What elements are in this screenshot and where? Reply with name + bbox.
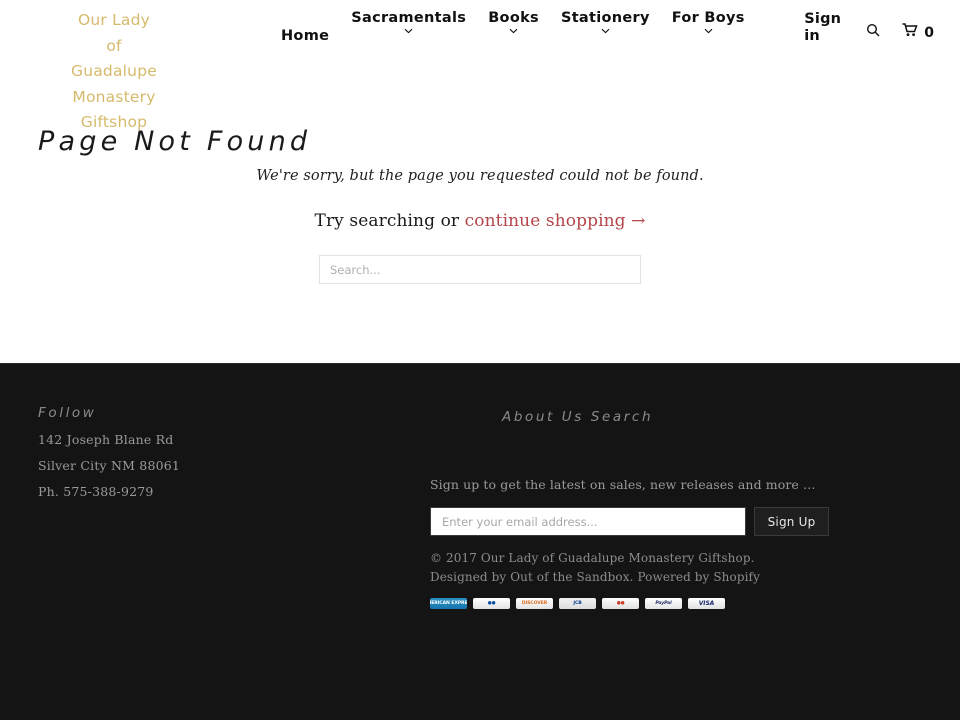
mastercard-icon: ●● — [602, 598, 639, 609]
american-express-icon: AMERICAN EXPRESS — [430, 598, 467, 609]
nav-item-home[interactable]: Home — [270, 10, 340, 44]
chevron-down-icon — [509, 28, 518, 34]
try-searching-line: Try searching or continue shopping → — [0, 211, 960, 231]
newsletter-signup: Sign up to get the latest on sales, new … — [430, 477, 830, 536]
site-logo[interactable]: Our Lady of Guadalupe Monastery Giftshop — [68, 8, 160, 136]
copyright-line-2: Designed by Out of the Sandbox. Powered … — [430, 568, 760, 587]
paypal-icon: PayPal — [645, 598, 682, 609]
cart-item-count: 0 — [924, 25, 934, 41]
nav-label: Stationery — [561, 10, 650, 26]
sign-up-button[interactable]: Sign Up — [754, 507, 829, 536]
search-icon — [866, 23, 880, 42]
powered-by-text: . Powered by — [630, 570, 714, 584]
cart-button[interactable]: 0 — [902, 23, 934, 42]
diners-club-icon: ●● — [473, 598, 510, 609]
newsletter-form: Sign Up — [430, 507, 830, 536]
nav-item-books[interactable]: Books — [477, 10, 550, 34]
search-form — [0, 255, 960, 284]
footer-link-about-us[interactable]: About Us — [502, 405, 584, 430]
address-line: Ph. 575-388-9279 — [38, 484, 398, 499]
site-footer: Follow 142 Joseph Blane Rd Silver City N… — [0, 363, 960, 720]
nav-item-for-boys[interactable]: For Boys — [661, 10, 756, 34]
header-actions: Sign in 0 — [804, 11, 934, 45]
sign-in-link[interactable]: Sign in — [804, 11, 844, 45]
not-found-message: We're sorry, but the page you requested … — [0, 168, 960, 184]
nav-label: Books — [488, 10, 539, 26]
nav-item-sacramentals[interactable]: Sacramentals — [340, 10, 477, 34]
out-of-the-sandbox-link[interactable]: Out of the Sandbox — [510, 570, 629, 584]
main-content: We're sorry, but the page you requested … — [0, 168, 960, 284]
nav-item-stationery[interactable]: Stationery — [550, 10, 661, 34]
shopping-cart-icon — [902, 23, 918, 42]
footer-link-search[interactable]: Search — [591, 405, 653, 430]
continue-shopping-link[interactable]: continue shopping → — [465, 211, 646, 231]
jcb-icon: JCB — [559, 598, 596, 609]
chevron-down-icon — [404, 28, 413, 34]
footer-links: About Us Search — [430, 405, 770, 430]
main-navigation: Home Sacramentals Books Stationery For B… — [270, 10, 756, 44]
visa-icon: VISA — [688, 598, 725, 609]
discover-icon: DISCOVER — [516, 598, 553, 609]
footer-follow-column: Follow 142 Joseph Blane Rd Silver City N… — [38, 405, 398, 499]
nav-label: Sacramentals — [351, 10, 466, 26]
copyright-line-1: © 2017 Our Lady of Guadalupe Monastery G… — [430, 549, 760, 568]
payment-methods: AMERICAN EXPRESS ●● DISCOVER JCB ●● PayP… — [430, 598, 725, 609]
chevron-down-icon — [704, 28, 713, 34]
shopify-link[interactable]: Shopify — [713, 570, 760, 584]
page-title: Page Not Found — [38, 126, 311, 157]
designed-by-text: Designed by — [430, 570, 510, 584]
chevron-down-icon — [601, 28, 610, 34]
newsletter-description: Sign up to get the latest on sales, new … — [430, 477, 830, 492]
try-searching-text: Try searching or — [315, 211, 465, 231]
address-line: 142 Joseph Blane Rd — [38, 432, 398, 447]
copyright: © 2017 Our Lady of Guadalupe Monastery G… — [430, 549, 760, 587]
address-line: Silver City NM 88061 — [38, 458, 398, 473]
search-input[interactable] — [319, 255, 641, 284]
nav-label: Home — [281, 28, 329, 44]
footer-heading-follow: Follow — [38, 405, 398, 421]
email-field[interactable] — [430, 507, 746, 536]
nav-label: For Boys — [672, 10, 745, 26]
site-header: Our Lady of Guadalupe Monastery Giftshop… — [0, 0, 960, 363]
search-toggle-button[interactable] — [866, 23, 880, 42]
